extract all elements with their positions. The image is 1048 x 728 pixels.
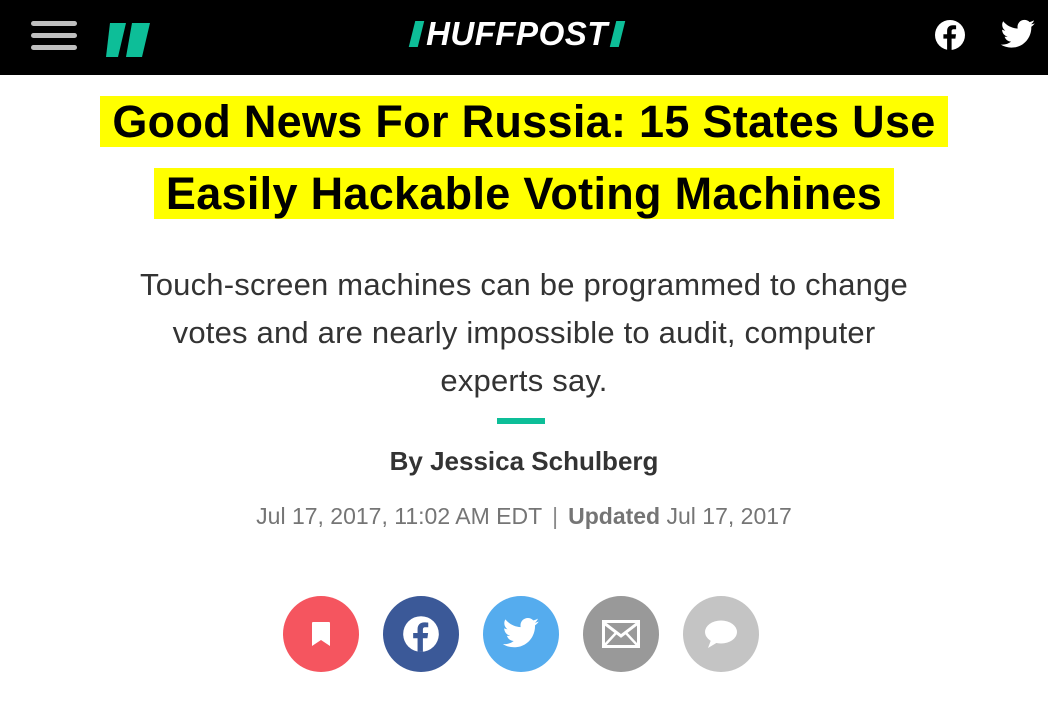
- timestamp-separator: |: [552, 503, 559, 529]
- logo-text: HUFFPOST: [426, 15, 608, 52]
- top-navigation-bar: HUFFPOST: [0, 0, 1048, 75]
- huffpost-logo[interactable]: HUFFPOST: [388, 17, 646, 51]
- facebook-share-button[interactable]: [383, 596, 459, 672]
- article-timestamp: Jul 17, 2017, 11:02 AM EDT | Updated Jul 1…: [0, 500, 1048, 532]
- article-headline: Good News For Russia: 15 States Use Easil…: [40, 86, 1008, 230]
- share-buttons: [283, 596, 763, 672]
- byline-prefix: By: [389, 446, 423, 476]
- bookmark-icon: [312, 622, 330, 646]
- subhead-line-1: Touch-screen machines can be programmed …: [140, 267, 908, 302]
- twitter-icon[interactable]: [1000, 19, 1036, 51]
- hamburger-menu-icon[interactable]: [31, 20, 77, 50]
- twitter-icon: [502, 618, 539, 648]
- facebook-icon: [403, 616, 439, 652]
- comment-icon: [705, 620, 737, 648]
- facebook-icon[interactable]: [934, 19, 966, 51]
- twitter-share-button[interactable]: [483, 596, 559, 672]
- headline-line-1: Good News For Russia: 15 States Use: [100, 96, 948, 147]
- updated-date: Jul 17, 2017: [666, 503, 792, 529]
- huffpost-mark-icon[interactable]: [106, 20, 150, 60]
- email-icon: [602, 620, 640, 648]
- bookmark-button[interactable]: [283, 596, 359, 672]
- byline: By Jessica Schulberg: [0, 443, 1048, 479]
- subhead-line-3: experts say.: [440, 363, 608, 398]
- email-share-button[interactable]: [583, 596, 659, 672]
- updated-label: Updated: [568, 503, 661, 529]
- published-date: Jul 17, 2017, 11:02 AM EDT: [256, 503, 543, 529]
- comment-button[interactable]: [683, 596, 759, 672]
- subhead-line-2: votes and are nearly impossible to audit…: [172, 315, 876, 350]
- headline-line-2: Easily Hackable Voting Machines: [153, 168, 895, 219]
- accent-divider: [497, 418, 545, 424]
- author-link[interactable]: Jessica Schulberg: [430, 446, 658, 476]
- article-subheadline: Touch-screen machines can be programmed …: [64, 261, 984, 405]
